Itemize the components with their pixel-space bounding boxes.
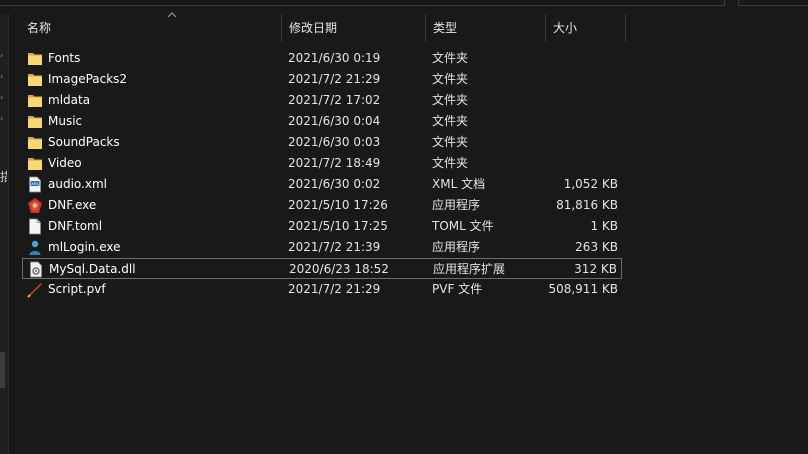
dll-file-icon xyxy=(28,261,44,278)
nav-item-label-fragment[interactable]: 描 xyxy=(0,170,7,184)
file-type: 文件夹 xyxy=(432,72,469,86)
user-app-icon xyxy=(27,239,43,256)
file-row-selected[interactable]: MySql.Data.dll 2020/6/23 18:52 应用程序扩展 312 K… xyxy=(22,258,622,279)
nav-expand-arrow-icon[interactable]: › xyxy=(0,52,5,60)
file-size: 312 KB xyxy=(574,262,617,276)
svg-text:XML: XML xyxy=(31,182,39,186)
file-row[interactable]: ImagePacks2 2021/7/2 21:29 文件夹 xyxy=(22,69,622,90)
column-header-date[interactable]: 修改日期 xyxy=(282,14,426,42)
column-header-name[interactable]: 名称 xyxy=(20,14,282,42)
folder-icon xyxy=(27,50,43,67)
file-size: 1 KB xyxy=(590,219,618,233)
file-modified-date: 2021/7/2 21:29 xyxy=(288,282,381,296)
file-name: audio.xml xyxy=(48,177,107,191)
file-name: Script.pvf xyxy=(48,282,106,296)
file-type: 文件夹 xyxy=(432,114,469,128)
nav-scrollbar-thumb[interactable] xyxy=(0,352,5,388)
search-box[interactable] xyxy=(738,0,808,6)
file-row[interactable]: DNF.exe 2021/5/10 17:26 应用程序 81,816 KB xyxy=(22,195,622,216)
file-name: MySql.Data.dll xyxy=(49,262,136,276)
file-modified-date: 2021/5/10 17:26 xyxy=(288,198,388,212)
file-row[interactable]: DNF.toml 2021/5/10 17:25 TOML 文件 1 KB xyxy=(22,216,622,237)
folder-icon xyxy=(27,134,43,151)
file-name: SoundPacks xyxy=(48,135,120,149)
file-modified-date: 2021/6/30 0:02 xyxy=(288,177,381,191)
file-row[interactable]: mldata 2021/7/2 17:02 文件夹 xyxy=(22,90,622,111)
file-modified-date: 2021/6/30 0:19 xyxy=(288,51,381,65)
file-type: 文件夹 xyxy=(432,156,469,170)
file-modified-date: 2021/6/30 0:04 xyxy=(288,114,381,128)
folder-icon xyxy=(27,155,43,172)
column-header-size[interactable]: 大小 xyxy=(546,14,626,42)
nav-pane-divider[interactable] xyxy=(8,14,9,454)
xml-file-icon: XML xyxy=(27,176,43,193)
file-row[interactable]: Fonts 2021/6/30 0:19 文件夹 xyxy=(22,48,622,69)
file-name: mldata xyxy=(48,93,91,107)
file-modified-date: 2021/6/30 0:03 xyxy=(288,135,381,149)
file-type: TOML 文件 xyxy=(432,219,494,233)
file-row[interactable]: mlLogin.exe 2021/7/2 21:39 应用程序 263 KB xyxy=(22,237,622,258)
file-row[interactable]: Script.pvf 2021/7/2 21:29 PVF 文件 508,911 KB xyxy=(22,279,622,300)
file-name: ImagePacks2 xyxy=(48,72,128,86)
file-type: 文件夹 xyxy=(432,93,469,107)
file-size: 508,911 KB xyxy=(548,282,618,296)
file-row[interactable]: Video 2021/7/2 18:49 文件夹 xyxy=(22,153,622,174)
file-size: 81,816 KB xyxy=(556,198,618,212)
file-size: 263 KB xyxy=(575,240,618,254)
file-type: 应用程序 xyxy=(432,198,481,212)
nav-expand-arrow-icon[interactable]: › xyxy=(0,73,5,81)
file-type: XML 文档 xyxy=(432,177,486,191)
nav-expand-arrow-icon[interactable]: › xyxy=(0,115,5,123)
file-name: mlLogin.exe xyxy=(48,240,121,254)
file-type: PVF 文件 xyxy=(432,282,483,296)
folder-icon xyxy=(27,113,43,130)
file-modified-date: 2021/7/2 17:02 xyxy=(288,93,381,107)
address-bar[interactable] xyxy=(0,0,725,6)
file-name: Music xyxy=(48,114,83,128)
file-modified-date: 2020/6/23 18:52 xyxy=(289,262,389,276)
dnf-app-icon xyxy=(27,197,43,214)
blank-file-icon xyxy=(27,218,43,235)
folder-icon xyxy=(27,92,43,109)
file-modified-date: 2021/5/10 17:25 xyxy=(288,219,388,233)
file-type: 文件夹 xyxy=(432,135,469,149)
file-list: Fonts 2021/6/30 0:19 文件夹 ImagePacks2 2021/7/… xyxy=(22,48,622,300)
file-explorer-window: › › › › 描 名称 修改日期 类型 大小 Fonts 2021/6/30 0… xyxy=(0,0,808,454)
file-type: 应用程序 xyxy=(432,240,481,254)
file-modified-date: 2021/7/2 21:39 xyxy=(288,240,381,254)
file-type: 应用程序扩展 xyxy=(433,262,506,276)
file-size: 1,052 KB xyxy=(563,177,618,191)
file-name: Video xyxy=(48,156,82,170)
pvf-file-icon xyxy=(27,281,43,298)
file-modified-date: 2021/7/2 18:49 xyxy=(288,156,381,170)
file-name: DNF.exe xyxy=(48,198,97,212)
file-name: Fonts xyxy=(48,51,81,65)
file-row[interactable]: SoundPacks 2021/6/30 0:03 文件夹 xyxy=(22,132,622,153)
file-row[interactable]: Music 2021/6/30 0:04 文件夹 xyxy=(22,111,622,132)
file-row[interactable]: XML audio.xml 2021/6/30 0:02 XML 文档 1,052 KB xyxy=(22,174,622,195)
file-name: DNF.toml xyxy=(48,219,103,233)
navigation-pane: › › › › 描 xyxy=(0,14,9,454)
column-header: 名称 修改日期 类型 大小 xyxy=(20,12,808,42)
column-header-type[interactable]: 类型 xyxy=(426,14,546,42)
file-type: 文件夹 xyxy=(432,51,469,65)
folder-icon xyxy=(27,71,43,88)
file-modified-date: 2021/7/2 21:29 xyxy=(288,72,381,86)
nav-expand-arrow-icon[interactable]: › xyxy=(0,94,5,102)
